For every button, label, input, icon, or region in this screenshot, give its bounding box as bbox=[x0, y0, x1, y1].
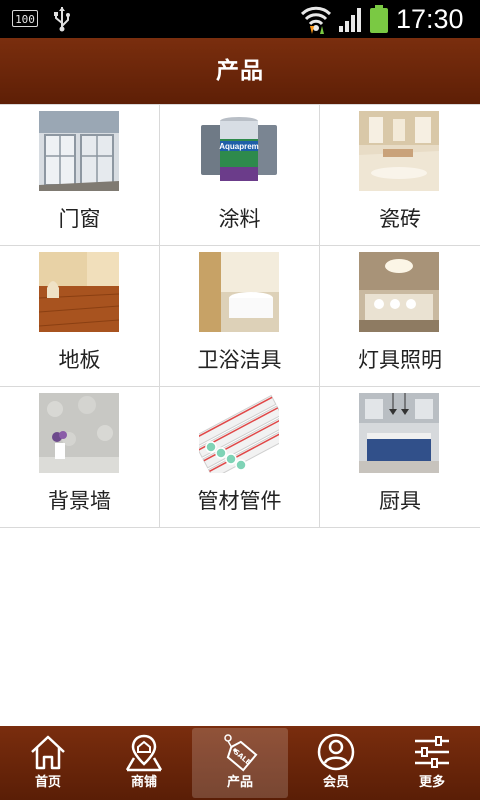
tab-label: 首页 bbox=[34, 775, 61, 790]
category-label: 管材管件 bbox=[197, 489, 282, 513]
category-label: 涂料 bbox=[218, 207, 261, 231]
paint-can-label: Aquaprem bbox=[219, 142, 259, 151]
category-label: 卫浴洁具 bbox=[197, 348, 282, 372]
pipe-image bbox=[199, 393, 279, 473]
tab-home[interactable]: 首页 bbox=[0, 726, 96, 800]
title-bar: 产品 bbox=[0, 38, 480, 104]
sale-tag-icon: SALE bbox=[224, 734, 258, 772]
bottom-tab-bar: 首页 商铺 SALE 产品 会员 更多 bbox=[0, 726, 480, 800]
tab-label: 更多 bbox=[418, 775, 445, 790]
category-label: 瓷砖 bbox=[379, 207, 421, 231]
paint-image: Aquaprem bbox=[199, 111, 279, 191]
tab-member[interactable]: 会员 bbox=[288, 726, 384, 800]
tab-products[interactable]: SALE 产品 bbox=[192, 728, 288, 798]
tile-image bbox=[359, 111, 439, 191]
page-title: 产品 bbox=[216, 58, 264, 84]
category-item-pipe[interactable]: 管材管件 bbox=[160, 387, 320, 527]
wall-image bbox=[39, 393, 119, 473]
status-bar: 100 17:30 bbox=[0, 0, 480, 38]
category-item-windows[interactable]: 门窗 bbox=[0, 105, 160, 245]
category-label: 厨具 bbox=[379, 489, 421, 513]
signal-icon bbox=[339, 8, 361, 32]
store-map-icon bbox=[125, 734, 163, 772]
bathroom-image bbox=[199, 252, 279, 332]
user-icon bbox=[317, 733, 355, 771]
grid-row: 背景墙 管材管件 厨具 bbox=[0, 387, 480, 528]
battery-icon bbox=[370, 5, 388, 33]
grid-row: 门窗 Aquaprem 涂料 瓷砖 bbox=[0, 105, 480, 246]
category-grid: 门窗 Aquaprem 涂料 瓷砖 地板 卫浴洁具 灯具照明 背景墙 管材管件 … bbox=[0, 104, 480, 528]
usb-icon bbox=[54, 7, 70, 32]
category-label: 门窗 bbox=[58, 207, 101, 231]
tab-label: 会员 bbox=[322, 775, 349, 790]
category-item-floor[interactable]: 地板 bbox=[0, 246, 160, 386]
category-item-paint[interactable]: Aquaprem 涂料 bbox=[160, 105, 320, 245]
tab-label: 商铺 bbox=[130, 775, 157, 790]
kitchen-image bbox=[359, 393, 439, 473]
category-label: 地板 bbox=[58, 348, 101, 372]
lighting-image bbox=[359, 252, 439, 332]
floor-image bbox=[39, 252, 119, 332]
tab-more[interactable]: 更多 bbox=[384, 726, 480, 800]
category-item-lighting[interactable]: 灯具照明 bbox=[320, 246, 480, 386]
category-item-tile[interactable]: 瓷砖 bbox=[320, 105, 480, 245]
category-item-wall[interactable]: 背景墙 bbox=[0, 387, 160, 527]
category-label: 灯具照明 bbox=[358, 348, 442, 372]
windows-image bbox=[39, 111, 119, 191]
category-item-kitchen[interactable]: 厨具 bbox=[320, 387, 480, 527]
clock: 17:30 bbox=[396, 4, 464, 34]
category-item-bathroom[interactable]: 卫浴洁具 bbox=[160, 246, 320, 386]
tab-store[interactable]: 商铺 bbox=[96, 726, 192, 800]
wifi-icon bbox=[300, 6, 332, 34]
grid-row: 地板 卫浴洁具 灯具照明 bbox=[0, 246, 480, 387]
battery-level-icon: 100 bbox=[12, 10, 38, 27]
category-label: 背景墙 bbox=[48, 489, 111, 513]
tab-label: 产品 bbox=[226, 775, 253, 790]
home-icon bbox=[31, 735, 65, 770]
settings-sliders-icon bbox=[415, 736, 449, 768]
